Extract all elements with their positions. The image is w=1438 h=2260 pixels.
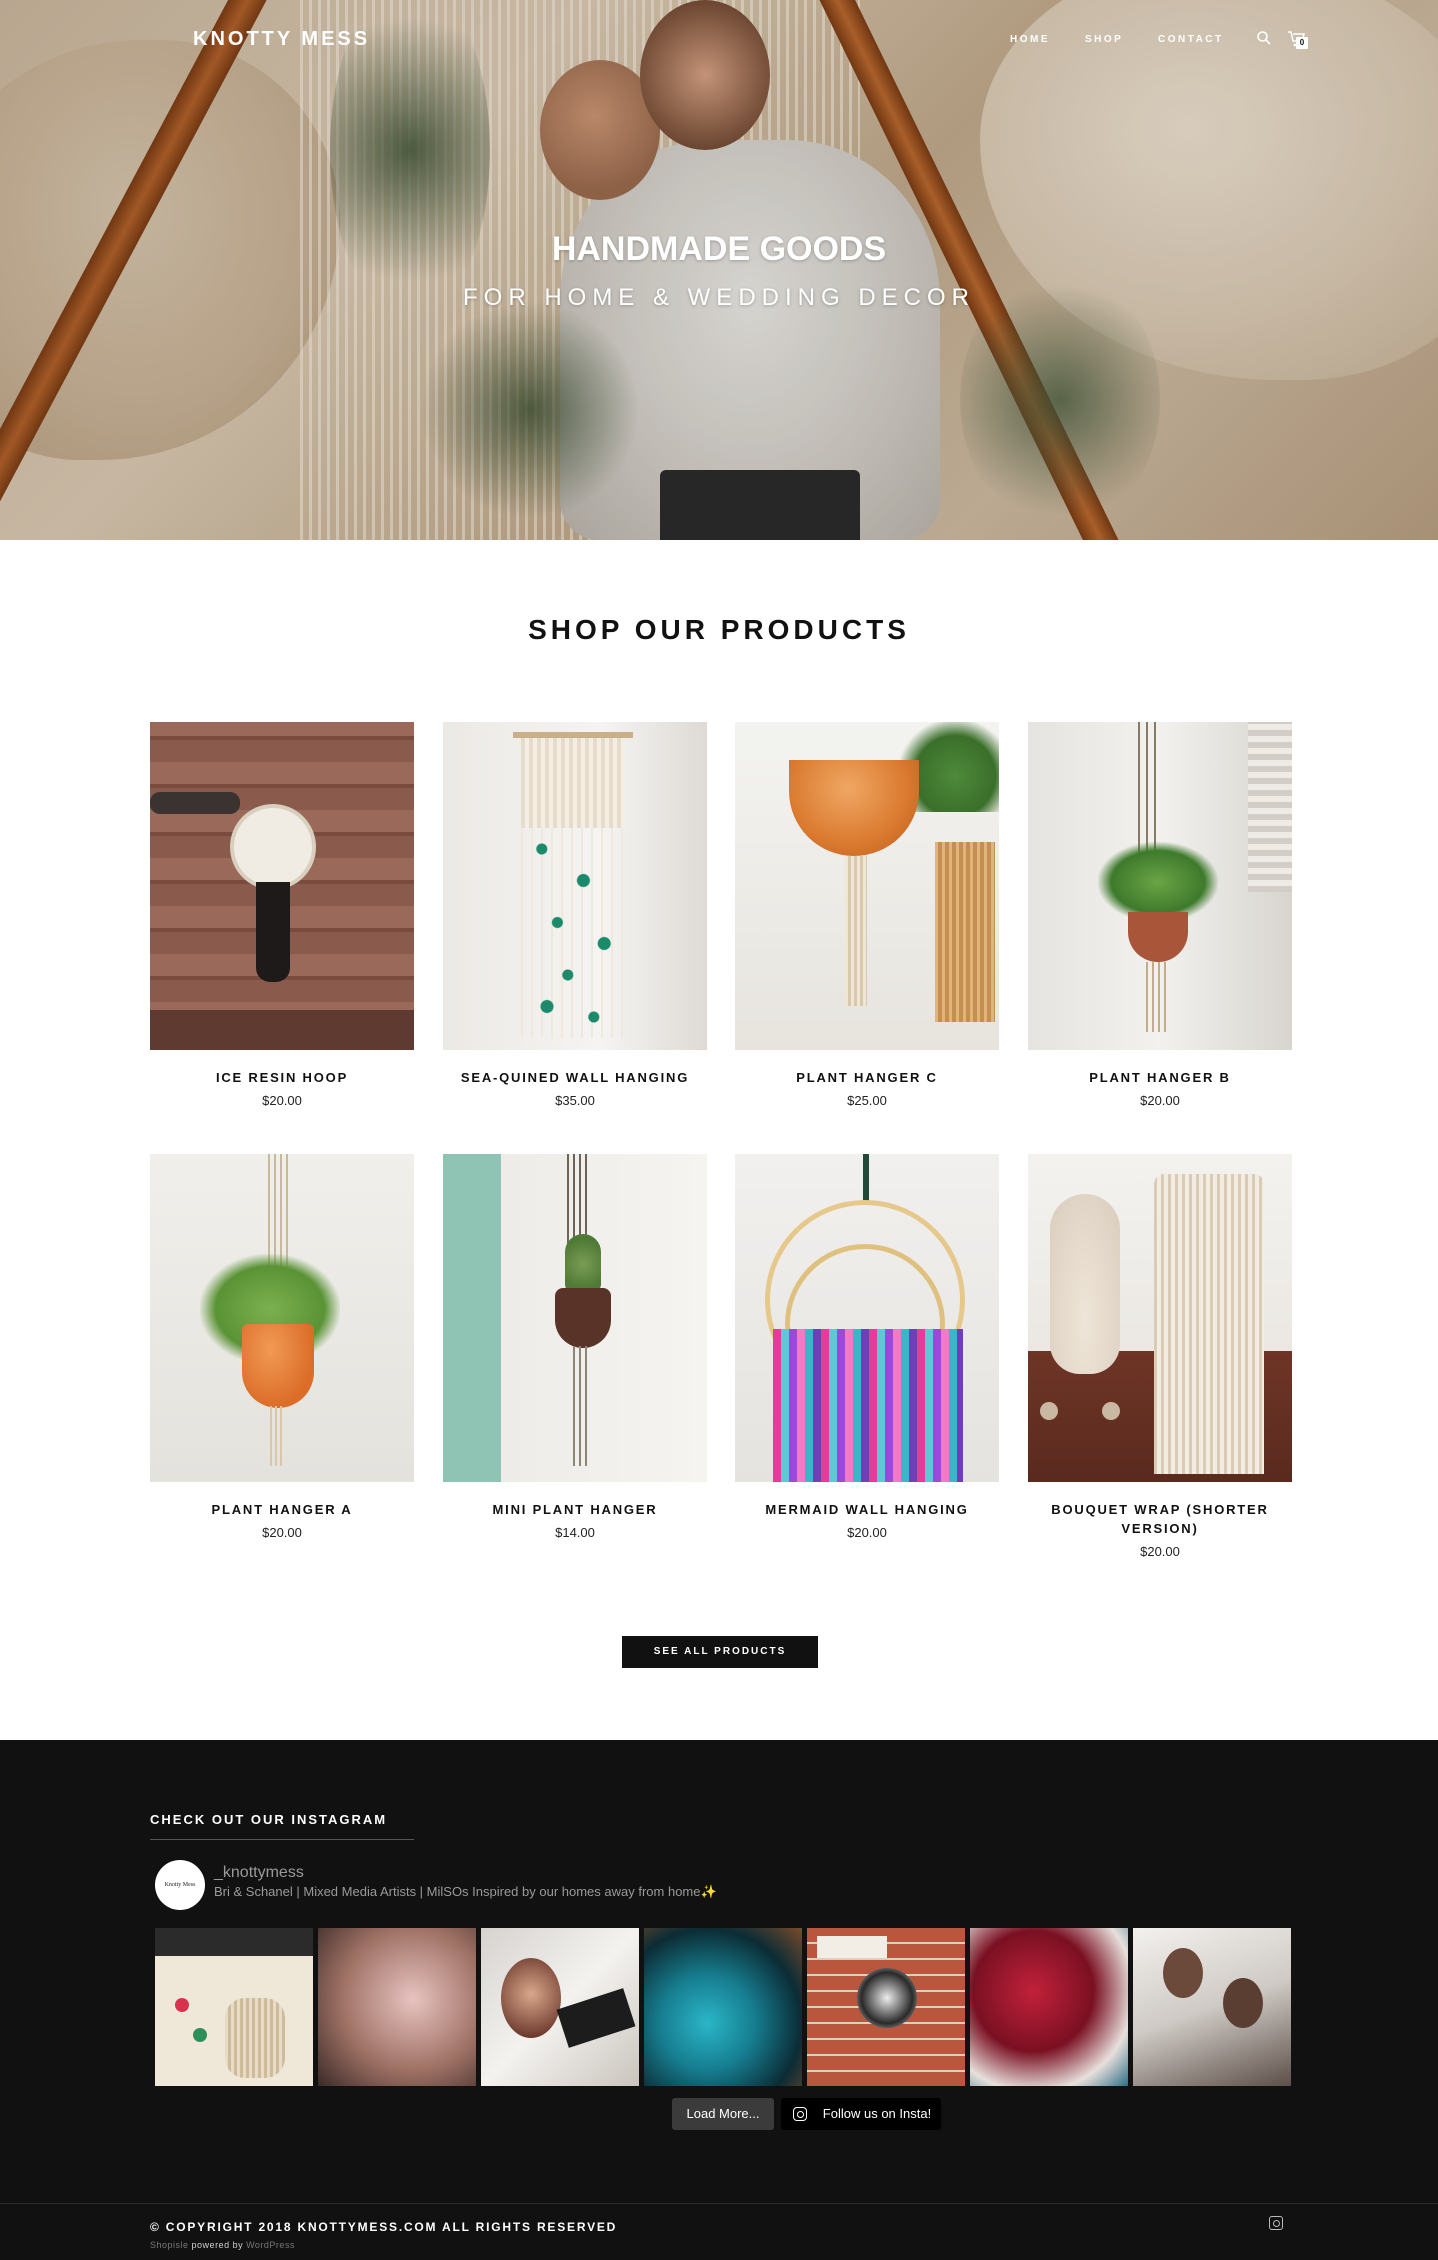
product-name[interactable]: MINI PLANT HANGER bbox=[443, 1500, 707, 1519]
product-name[interactable]: PLANT HANGER B bbox=[1028, 1068, 1292, 1087]
product-card[interactable]: MINI PLANT HANGER $14.00 bbox=[443, 1154, 707, 1540]
product-price: $35.00 bbox=[555, 1093, 595, 1108]
product-image[interactable] bbox=[150, 722, 414, 1050]
product-price: $25.00 bbox=[847, 1093, 887, 1108]
theme-link[interactable]: Shopisle bbox=[150, 2240, 189, 2250]
product-price: $20.00 bbox=[262, 1093, 302, 1108]
nav-home[interactable]: HOME bbox=[1010, 34, 1050, 45]
product-card[interactable]: PLANT HANGER C $25.00 bbox=[735, 722, 999, 1108]
product-image[interactable] bbox=[443, 1154, 707, 1482]
search-icon[interactable] bbox=[1256, 30, 1272, 46]
instagram-post[interactable] bbox=[155, 1928, 313, 2086]
nav-contact[interactable]: CONTACT bbox=[1158, 34, 1224, 45]
theme-credit: Shopisle powered by WordPress bbox=[150, 2240, 295, 2250]
instagram-icon bbox=[793, 2107, 807, 2121]
load-more-button[interactable]: Load More... bbox=[672, 2098, 774, 2130]
follow-instagram-button[interactable]: Follow us on Insta! bbox=[781, 2098, 941, 2130]
product-name[interactable]: PLANT HANGER A bbox=[150, 1500, 414, 1519]
product-image[interactable] bbox=[1028, 1154, 1292, 1482]
divider bbox=[150, 1839, 414, 1840]
instagram-post[interactable] bbox=[807, 1928, 965, 2086]
instagram-icon[interactable] bbox=[1269, 2216, 1283, 2230]
wordpress-link[interactable]: WordPress bbox=[246, 2240, 295, 2250]
avatar[interactable]: Knotty Mess bbox=[155, 1860, 205, 1910]
instagram-post[interactable] bbox=[644, 1928, 802, 2086]
product-card[interactable]: MERMAID WALL HANGING $20.00 bbox=[735, 1154, 999, 1540]
instagram-bio: Bri & Schanel | Mixed Media Artists | Mi… bbox=[214, 1884, 717, 1899]
hero-title: HANDMADE GOODS bbox=[551, 230, 887, 268]
nav-shop[interactable]: SHOP bbox=[1085, 34, 1123, 45]
product-price: $20.00 bbox=[1140, 1093, 1180, 1108]
product-name[interactable]: SEA-QUINED WALL HANGING bbox=[443, 1068, 707, 1087]
instagram-section-title: CHECK OUT OUR INSTAGRAM bbox=[150, 1812, 388, 1827]
product-card[interactable]: SEA-QUINED WALL HANGING $35.00 bbox=[443, 722, 707, 1108]
product-name[interactable]: MERMAID WALL HANGING bbox=[735, 1500, 999, 1519]
cart-count-badge: 0 bbox=[1296, 37, 1308, 49]
product-price: $20.00 bbox=[847, 1525, 887, 1540]
product-image[interactable] bbox=[735, 722, 999, 1050]
product-name[interactable]: BOUQUET WRAP (SHORTER VERSION) bbox=[1028, 1500, 1292, 1538]
product-card[interactable]: BOUQUET WRAP (SHORTER VERSION) $20.00 bbox=[1028, 1154, 1292, 1559]
product-price: $20.00 bbox=[262, 1525, 302, 1540]
product-price: $14.00 bbox=[555, 1525, 595, 1540]
site-logo[interactable]: KNOTTY MESS bbox=[193, 28, 370, 51]
hero-subtitle: FOR HOME & WEDDING DECOR bbox=[462, 284, 975, 311]
instagram-post[interactable] bbox=[970, 1928, 1128, 2086]
powered-by-text: powered by bbox=[191, 2240, 244, 2250]
copyright-text: © COPYRIGHT 2018 KNOTTYMESS.COM ALL RIGH… bbox=[150, 2220, 618, 2234]
follow-label: Follow us on Insta! bbox=[822, 2106, 932, 2121]
section-title: SHOP OUR PRODUCTS bbox=[528, 614, 910, 645]
instagram-post[interactable] bbox=[481, 1928, 639, 2086]
product-name[interactable]: ICE RESIN HOOP bbox=[150, 1068, 414, 1087]
instagram-username[interactable]: _knottymess bbox=[214, 1864, 304, 1882]
site-header: KNOTTY MESS HOME SHOP CONTACT 0 bbox=[0, 0, 1438, 80]
product-card[interactable]: PLANT HANGER A $20.00 bbox=[150, 1154, 414, 1540]
divider bbox=[0, 2203, 1438, 2204]
product-image[interactable] bbox=[1028, 722, 1292, 1050]
product-image[interactable] bbox=[150, 1154, 414, 1482]
instagram-post[interactable] bbox=[1133, 1928, 1291, 2086]
product-card[interactable]: PLANT HANGER B $20.00 bbox=[1028, 722, 1292, 1108]
product-image[interactable] bbox=[443, 722, 707, 1050]
see-all-products-button[interactable]: SEE ALL PRODUCTS bbox=[622, 1636, 818, 1668]
instagram-post[interactable] bbox=[318, 1928, 476, 2086]
product-image[interactable] bbox=[735, 1154, 999, 1482]
product-price: $20.00 bbox=[1140, 1544, 1180, 1559]
product-name[interactable]: PLANT HANGER C bbox=[735, 1068, 999, 1087]
product-card[interactable]: ICE RESIN HOOP $20.00 bbox=[150, 722, 414, 1108]
hero-banner bbox=[0, 0, 1438, 540]
